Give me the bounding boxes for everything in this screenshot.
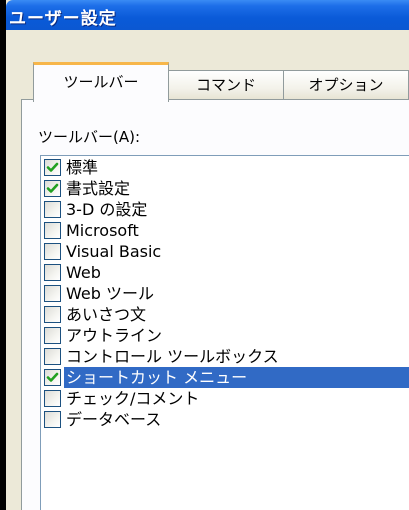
- tab-toolbars[interactable]: ツールバー: [33, 62, 169, 102]
- toolbar-checkbox[interactable]: [44, 327, 61, 344]
- toolbar-list-item[interactable]: Visual Basic: [42, 241, 409, 262]
- toolbar-checkbox[interactable]: [44, 222, 61, 239]
- toolbar-list-item-label: Web ツール: [66, 284, 154, 303]
- title-bar[interactable]: ユーザー設定: [6, 0, 409, 30]
- toolbar-list-item-label: データベース: [66, 410, 162, 429]
- toolbar-list-item-label: Web: [66, 263, 101, 282]
- toolbar-list-item[interactable]: 書式設定: [42, 178, 409, 199]
- toolbars-list-label: ツールバー(A):: [38, 128, 141, 146]
- toolbar-list-item-label: Visual Basic: [66, 242, 162, 261]
- toolbars-listbox[interactable]: 標準書式設定 3-D の設定 Microsoft Visual Basic Web Web…: [40, 155, 409, 510]
- toolbar-list-item[interactable]: 標準: [42, 157, 409, 178]
- toolbar-checkbox[interactable]: [44, 243, 61, 260]
- toolbar-checkbox[interactable]: [44, 369, 61, 386]
- toolbar-checkbox[interactable]: [44, 264, 61, 281]
- toolbar-list-item[interactable]: あいさつ文: [42, 304, 409, 325]
- toolbar-checkbox[interactable]: [44, 180, 61, 197]
- toolbar-list-item[interactable]: 3-D の設定: [42, 199, 409, 220]
- checkmark-icon: [46, 162, 59, 172]
- toolbar-checkbox[interactable]: [44, 159, 61, 176]
- toolbar-checkbox[interactable]: [44, 411, 61, 428]
- toolbars-tab-panel: ツールバー(A): 標準書式設定 3-D の設定 Microsoft Visual B…: [21, 99, 409, 510]
- toolbar-list-item[interactable]: Web: [42, 262, 409, 283]
- toolbar-list-item[interactable]: チェック/コメント: [42, 388, 409, 409]
- toolbar-list-item-label: チェック/コメント: [66, 389, 200, 408]
- checkmark-icon: [46, 183, 59, 193]
- window-title: ユーザー設定: [9, 9, 117, 29]
- toolbar-list-item[interactable]: Microsoft: [42, 220, 409, 241]
- toolbar-list-item-label: Microsoft: [66, 221, 139, 240]
- toolbar-list-item[interactable]: ショートカット メニュー: [42, 367, 409, 388]
- toolbar-list-item-label: コントロール ツールボックス: [66, 347, 279, 366]
- user-settings-dialog: ユーザー設定 ツールバー コマンド オプション ツールバー(A): 標準書式設定…: [6, 0, 409, 510]
- toolbar-list-item-label: アウトライン: [66, 326, 163, 345]
- toolbar-list-item-label: あいさつ文: [66, 305, 147, 324]
- toolbar-list-item[interactable]: データベース: [42, 409, 409, 430]
- toolbar-list-item[interactable]: コントロール ツールボックス: [42, 346, 409, 367]
- toolbar-list-item[interactable]: Web ツール: [42, 283, 409, 304]
- tab-options[interactable]: オプション: [283, 70, 409, 100]
- toolbar-list-item[interactable]: アウトライン: [42, 325, 409, 346]
- toolbar-list-item-label: 標準: [66, 158, 99, 177]
- toolbar-checkbox[interactable]: [44, 306, 61, 323]
- toolbar-list-item-label: ショートカット メニュー: [66, 368, 248, 387]
- toolbar-checkbox[interactable]: [44, 348, 61, 365]
- checkmark-icon: [46, 372, 59, 382]
- tab-strip: ツールバー コマンド オプション: [6, 62, 409, 102]
- toolbar-checkbox[interactable]: [44, 390, 61, 407]
- toolbar-checkbox[interactable]: [44, 201, 61, 218]
- tab-commands[interactable]: コマンド: [168, 70, 284, 100]
- toolbar-checkbox[interactable]: [44, 285, 61, 302]
- toolbar-list-item-label: 書式設定: [66, 179, 131, 198]
- toolbar-list-item-label: 3-D の設定: [66, 200, 148, 219]
